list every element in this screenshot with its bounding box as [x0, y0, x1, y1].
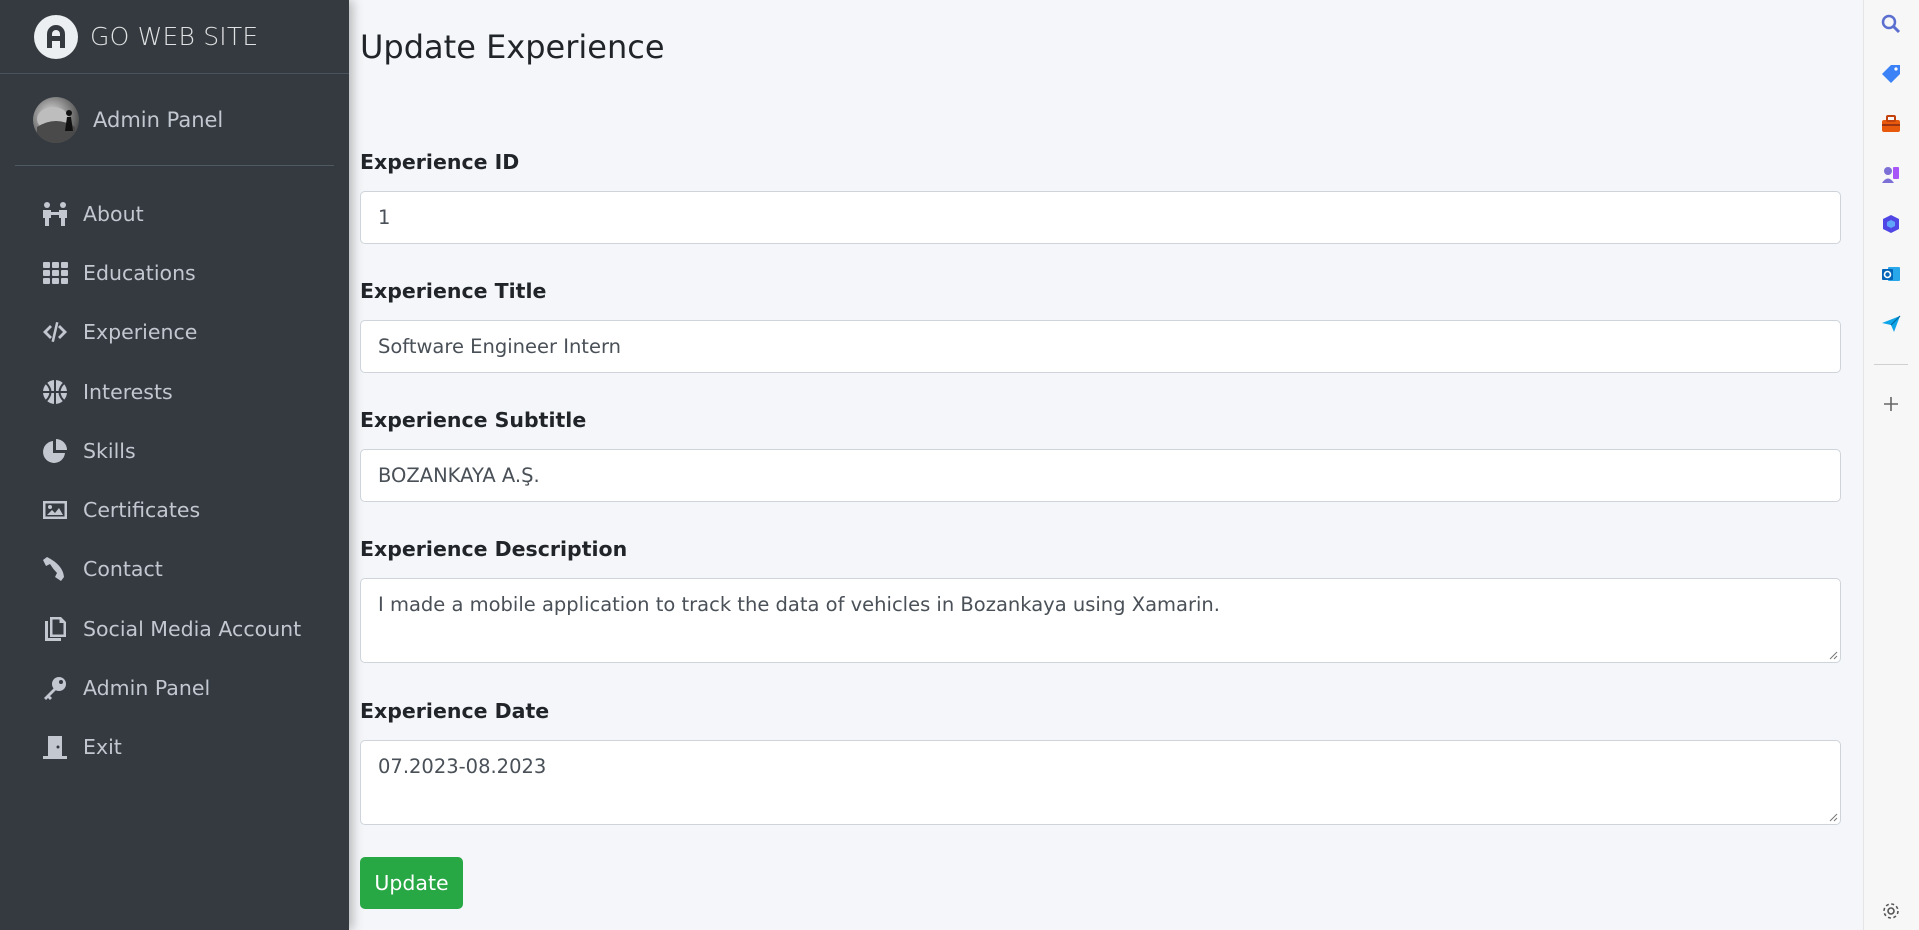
experience-description-textarea[interactable]: I made a mobile application to track the… — [360, 578, 1841, 663]
resize-grip-icon[interactable] — [1828, 812, 1838, 822]
people-icon — [40, 199, 70, 229]
avatar — [33, 96, 79, 143]
sidebar-item-social-media-account[interactable]: Social Media Account — [0, 599, 349, 658]
brand-link[interactable]: GO WEB SITE — [0, 0, 349, 74]
pie-chart-icon — [40, 436, 70, 466]
send-icon[interactable] — [1878, 311, 1904, 337]
experience-date-textarea[interactable]: 07.2023-08.2023 — [360, 740, 1841, 825]
grid-icon — [40, 258, 70, 288]
phone-icon — [40, 554, 70, 584]
sidebar-item-certificates[interactable]: Certificates — [0, 480, 349, 539]
sidebar: GO WEB SITE Admin Panel About Educations — [0, 0, 349, 930]
experience-date-text: 07.2023-08.2023 — [378, 755, 547, 778]
sidebar-item-admin-panel[interactable]: Admin Panel — [0, 658, 349, 717]
resize-grip-icon[interactable] — [1828, 650, 1838, 660]
search-icon[interactable] — [1878, 11, 1904, 37]
brand-title: GO WEB SITE — [90, 22, 259, 51]
settings-icon[interactable] — [1878, 898, 1904, 924]
sidebar-item-label: Interests — [83, 379, 173, 404]
sidebar-item-label: Skills — [83, 438, 136, 463]
experience-date-label: Experience Date — [360, 699, 550, 723]
experience-description-text: I made a mobile application to track the… — [378, 593, 1220, 616]
code-icon — [40, 317, 70, 347]
sidebar-item-contact[interactable]: Contact — [0, 540, 349, 599]
sidebar-item-educations[interactable]: Educations — [0, 243, 349, 302]
key-icon — [40, 673, 70, 703]
user-name: Admin Panel — [93, 107, 224, 132]
sidebar-item-experience[interactable]: Experience — [0, 303, 349, 362]
experience-description-label: Experience Description — [360, 537, 628, 561]
sidebar-item-about[interactable]: About — [0, 184, 349, 243]
games-icon[interactable] — [1878, 161, 1904, 187]
sidebar-item-label: Educations — [83, 260, 196, 285]
door-icon — [40, 732, 70, 762]
user-panel[interactable]: Admin Panel — [15, 74, 334, 166]
toolbar-divider — [1874, 364, 1908, 365]
basketball-icon — [40, 377, 70, 407]
update-button[interactable]: Update — [360, 857, 463, 909]
sidebar-item-skills[interactable]: Skills — [0, 421, 349, 480]
sidebar-item-label: Contact — [83, 557, 163, 582]
sidebar-item-interests[interactable]: Interests — [0, 362, 349, 421]
content-wrapper: Update Experience Experience ID 1 Experi… — [349, 0, 1864, 930]
sidebar-item-label: Admin Panel — [83, 676, 211, 701]
toolbox-icon[interactable] — [1878, 111, 1904, 137]
add-icon[interactable] — [1878, 391, 1904, 417]
sidebar-nav: About Educations Experience Interests Sk… — [0, 166, 349, 777]
outlook-icon[interactable] — [1878, 261, 1904, 287]
brand-logo-icon — [34, 14, 78, 59]
experience-id-label: Experience ID — [360, 150, 520, 174]
sidebar-item-exit[interactable]: Exit — [0, 718, 349, 777]
browser-sidebar — [1863, 0, 1919, 930]
tag-icon[interactable] — [1878, 61, 1904, 87]
sidebar-item-label: Social Media Account — [83, 616, 302, 641]
page-title: Update Experience — [360, 28, 665, 66]
copilot-icon[interactable] — [1878, 211, 1904, 237]
sidebar-item-label: Certificates — [83, 498, 201, 523]
experience-title-input[interactable]: Software Engineer Intern — [360, 320, 1841, 373]
copy-icon — [40, 614, 70, 644]
sidebar-item-label: Exit — [83, 735, 122, 760]
experience-id-input[interactable]: 1 — [360, 191, 1841, 244]
experience-subtitle-input[interactable]: BOZANKAYA A.Ş. — [360, 449, 1841, 502]
experience-title-label: Experience Title — [360, 279, 547, 303]
sidebar-item-label: About — [83, 201, 144, 226]
sidebar-item-label: Experience — [83, 320, 198, 345]
experience-subtitle-label: Experience Subtitle — [360, 408, 587, 432]
image-icon — [40, 495, 70, 525]
